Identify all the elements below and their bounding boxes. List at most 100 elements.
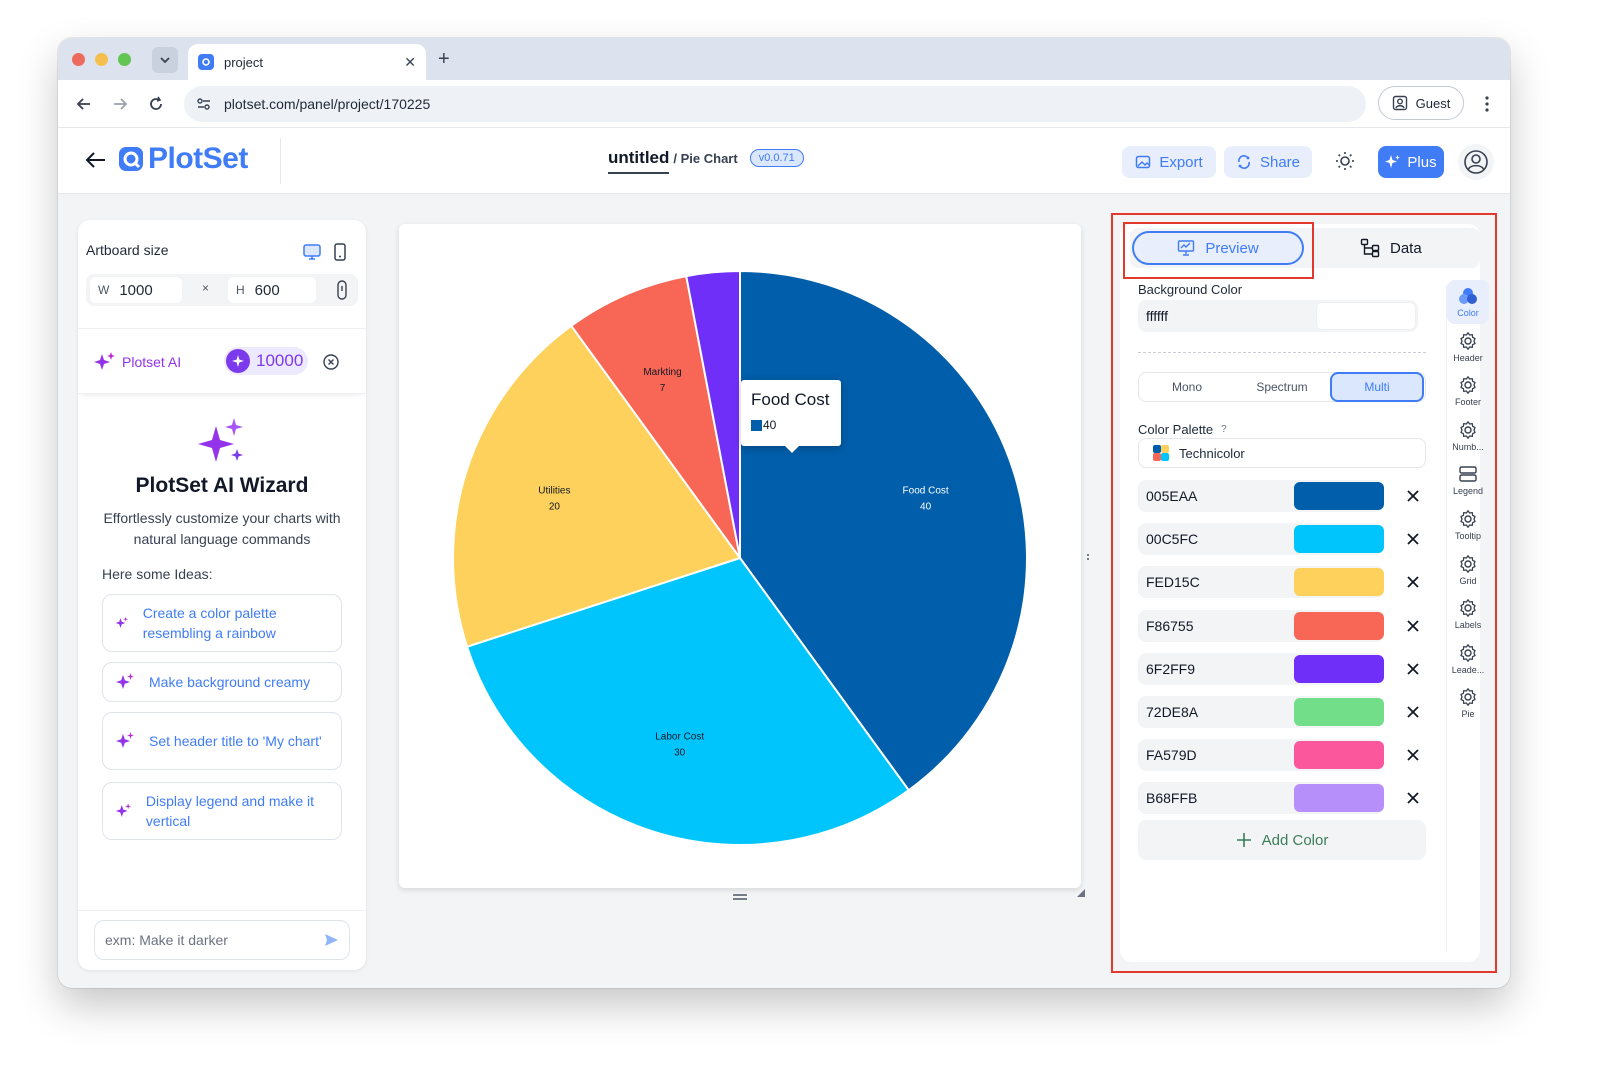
export-button[interactable]: Export: [1122, 146, 1216, 178]
color-chip[interactable]: [1294, 611, 1384, 640]
sidebar-item-number[interactable]: Numb...: [1447, 414, 1489, 458]
tab-preview[interactable]: Preview: [1132, 231, 1304, 265]
minimize-window-button[interactable]: [95, 53, 108, 66]
mode-multi[interactable]: Multi: [1330, 372, 1424, 402]
resize-handle-right[interactable]: [1085, 550, 1091, 562]
back-arrow-icon[interactable]: [84, 148, 108, 172]
back-icon[interactable]: [72, 92, 96, 116]
palette-select[interactable]: Technicolor: [1138, 438, 1426, 468]
color-hex-field[interactable]: 005EAA: [1138, 480, 1384, 512]
plotset-ai-label[interactable]: Plotset AI: [94, 351, 181, 373]
forward-icon[interactable]: [108, 92, 132, 116]
remove-color-icon[interactable]: [1404, 703, 1422, 721]
site-settings-icon[interactable]: [196, 96, 212, 112]
new-tab-icon[interactable]: +: [438, 48, 450, 71]
image-export-icon: [1136, 155, 1151, 169]
close-tab-icon[interactable]: ✕: [404, 54, 416, 71]
mode-mono[interactable]: Mono: [1141, 374, 1233, 400]
height-field[interactable]: H 600: [228, 277, 316, 303]
plus-upgrade-button[interactable]: Plus: [1378, 146, 1444, 178]
color-chip[interactable]: [1294, 568, 1384, 597]
sidebar-item-color[interactable]: Color: [1447, 280, 1489, 324]
color-hex-field[interactable]: F86755: [1138, 609, 1384, 642]
remove-color-icon[interactable]: [1404, 660, 1422, 678]
remove-color-icon[interactable]: [1404, 573, 1422, 591]
ai-chat-input[interactable]: [105, 932, 323, 948]
remove-color-icon[interactable]: [1404, 487, 1422, 505]
sidebar-item-labels[interactable]: Labels: [1447, 592, 1489, 636]
export-label: Export: [1159, 153, 1203, 171]
sidebar-item-pie[interactable]: Pie: [1447, 681, 1489, 725]
sidebar-item-label: Legend: [1452, 486, 1484, 497]
sidebar-item-tooltip[interactable]: Tooltip: [1447, 503, 1489, 547]
width-field[interactable]: W 1000: [90, 277, 182, 303]
tab-list-button[interactable]: [152, 47, 178, 73]
color-hex-field[interactable]: 6F2FF9: [1138, 652, 1384, 685]
plotset-logo[interactable]: PlotSet: [118, 142, 248, 176]
address-bar[interactable]: plotset.com/panel/project/170225: [184, 86, 1366, 122]
sidebar-item-label: Numb...: [1452, 441, 1484, 452]
idea-suggestion[interactable]: Make background creamy: [102, 662, 342, 702]
color-chip[interactable]: [1294, 654, 1384, 683]
color-chip[interactable]: [1294, 784, 1384, 813]
remove-color-icon[interactable]: [1404, 617, 1422, 635]
tab-data[interactable]: Data: [1360, 236, 1422, 260]
sidebar-item-grid[interactable]: Grid: [1447, 548, 1489, 592]
ai-credits-badge: 10000: [224, 347, 308, 375]
background-color-value: ffffff: [1146, 308, 1169, 324]
color-hex-field[interactable]: FA579D: [1138, 739, 1384, 772]
data-tree-icon: [1360, 238, 1380, 258]
add-color-button[interactable]: Add Color: [1138, 820, 1426, 860]
sidebar-item-leader[interactable]: Leade...: [1447, 637, 1489, 681]
browser-tab[interactable]: project ✕: [188, 44, 426, 80]
close-window-button[interactable]: [72, 53, 85, 66]
reload-icon[interactable]: [144, 92, 168, 116]
project-title[interactable]: untitled: [608, 148, 670, 174]
background-color-swatch[interactable]: [1316, 302, 1416, 330]
idea-suggestion[interactable]: Create a color palette resembling a rain…: [102, 594, 342, 652]
chevron-down-icon: [160, 57, 170, 64]
plus-icon: [1236, 833, 1251, 847]
color-hex-field[interactable]: 00C5FC: [1138, 523, 1384, 556]
idea-suggestion[interactable]: Display legend and make it vertical: [102, 782, 342, 840]
guest-profile-button[interactable]: Guest: [1378, 86, 1464, 120]
plotset-logo-icon: [119, 147, 143, 171]
user-profile-button[interactable]: [1458, 144, 1494, 180]
background-color-field[interactable]: ffffff: [1138, 300, 1418, 332]
remove-color-icon[interactable]: [1404, 746, 1422, 764]
credit-sparkle-icon: [226, 349, 250, 373]
color-chip[interactable]: [1294, 698, 1384, 726]
idea-suggestion[interactable]: Set header title to 'My chart': [102, 712, 342, 770]
mobile-size-icon[interactable]: [330, 242, 350, 262]
color-chip[interactable]: [1294, 741, 1384, 770]
close-ai-icon[interactable]: [322, 353, 340, 371]
tab-strip: project ✕ +: [58, 38, 1510, 80]
version-badge: v0.0.71: [749, 149, 804, 167]
maximize-window-button[interactable]: [118, 53, 131, 66]
color-hex-field[interactable]: 72DE8A: [1138, 696, 1384, 728]
resize-handle-bottom[interactable]: [733, 888, 747, 900]
pie-label-name: Utilities: [538, 486, 570, 497]
sidebar-item-footer[interactable]: Footer: [1447, 369, 1489, 413]
send-icon[interactable]: [323, 932, 339, 948]
theme-toggle-sun-icon[interactable]: [1334, 150, 1358, 174]
remove-color-icon[interactable]: [1404, 530, 1422, 548]
remove-color-icon[interactable]: [1404, 789, 1422, 807]
color-hex-value: FA579D: [1146, 747, 1197, 764]
presentation-chart-icon: [1178, 240, 1195, 256]
color-hex-field[interactable]: FED15C: [1138, 566, 1384, 599]
sidebar-item-header[interactable]: Header: [1447, 325, 1489, 369]
help-icon[interactable]: ?: [1221, 424, 1227, 435]
resize-handle-corner[interactable]: [1077, 884, 1085, 897]
sidebar-item-legend[interactable]: Legend: [1447, 458, 1489, 502]
mode-spectrum[interactable]: Spectrum: [1235, 374, 1329, 400]
pie-label-name: Markting: [643, 367, 681, 378]
share-button[interactable]: Share: [1224, 146, 1312, 178]
color-chip[interactable]: [1294, 525, 1384, 554]
chart-artboard[interactable]: Food Cost 40 Labor Cost 30 Utilities 20 Markti…: [399, 224, 1089, 900]
color-chip[interactable]: [1294, 482, 1384, 510]
color-hex-field[interactable]: B68FFB: [1138, 782, 1384, 815]
desktop-size-icon[interactable]: [302, 242, 322, 262]
browser-menu-icon[interactable]: [1478, 92, 1496, 116]
aspect-lock-icon[interactable]: [332, 279, 352, 301]
